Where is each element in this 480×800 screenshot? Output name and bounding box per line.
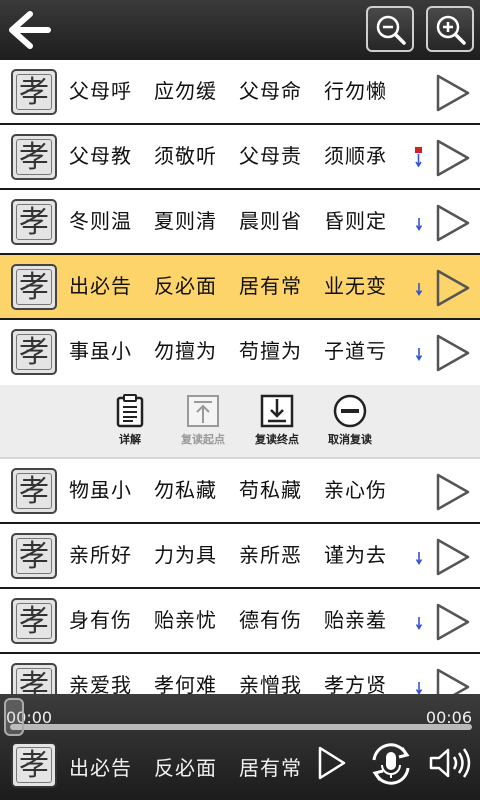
verse-phrase: 业无变 xyxy=(324,274,387,298)
verse-phrase: 亲心伤 xyxy=(324,478,387,502)
verse-row[interactable]: 孝 物虽小 勿私藏 苟私藏 亲心伤 xyxy=(0,459,480,524)
down-arrow-marker-icon xyxy=(415,283,423,297)
down-arrow-marker-icon xyxy=(415,617,423,631)
audio-player: 00:00 00:06 孝 出必告 反必面 居有常 xyxy=(0,694,480,800)
verse-phrase: 贻亲忧 xyxy=(154,608,217,632)
repeat-mic-icon[interactable] xyxy=(366,740,416,788)
verse-phrase: 德有伤 xyxy=(239,608,302,632)
verse-phrase: 亲憎我 xyxy=(239,673,302,694)
zoom-in-button[interactable] xyxy=(426,6,474,52)
minus-circle-icon xyxy=(333,394,367,428)
seal-icon: 孝 xyxy=(11,742,57,788)
verse-phrase: 亲所好 xyxy=(69,543,132,567)
verse-phrase: 谨为去 xyxy=(324,543,387,567)
verse-phrase: 苟私藏 xyxy=(239,478,302,502)
verse-phrase: 勿私藏 xyxy=(154,478,217,502)
verse-phrase: 冬则温 xyxy=(69,209,132,233)
seal-icon: 孝 xyxy=(11,468,57,514)
verse-phrase: 晨则省 xyxy=(239,209,302,233)
verse-phrase: 应勿缓 xyxy=(154,79,217,103)
verse-phrase: 苟擅为 xyxy=(239,339,302,363)
verse-phrase: 父母责 xyxy=(239,144,302,168)
seal-icon: 孝 xyxy=(11,199,57,245)
verse-phrase: 亲爱我 xyxy=(69,673,132,694)
clipboard-icon xyxy=(116,394,144,428)
verse-row[interactable]: 孝 冬则温 夏则清 晨则省 昏则定 xyxy=(0,190,480,255)
play-icon[interactable] xyxy=(434,267,472,309)
verse-phrase: 父母教 xyxy=(69,144,132,168)
verse-phrase: 勿擅为 xyxy=(154,339,217,363)
verse-phrase: 昏则定 xyxy=(324,209,387,233)
down-arrow-marker-icon xyxy=(415,552,423,566)
current-phrase: 居有常 xyxy=(239,756,302,780)
verse-phrase: 夏则清 xyxy=(154,209,217,233)
down-arrow-marker-icon xyxy=(415,682,423,694)
repeat-end-button[interactable]: 复读终点 xyxy=(237,393,317,453)
cancel-repeat-button[interactable]: 取消复读 xyxy=(310,393,390,453)
play-icon[interactable] xyxy=(316,744,348,782)
seal-icon: 孝 xyxy=(11,598,57,644)
verse-row[interactable]: 孝 亲所好 力为具 亲所恶 谨为去 xyxy=(0,524,480,589)
play-icon[interactable] xyxy=(434,202,472,244)
verse-row[interactable]: 孝 身有伤 贻亲忧 德有伤 贻亲羞 xyxy=(0,589,480,654)
verse-phrase: 事虽小 xyxy=(69,339,132,363)
current-phrase: 反必面 xyxy=(154,756,217,780)
back-button[interactable] xyxy=(8,8,54,52)
seal-icon: 孝 xyxy=(11,134,57,180)
seal-icon: 孝 xyxy=(11,663,57,694)
top-bar xyxy=(0,0,480,60)
verse-phrase: 物虽小 xyxy=(69,478,132,502)
play-icon[interactable] xyxy=(434,332,472,374)
verse-row[interactable]: 孝 父母呼 应勿缓 父母命 行勿懒 xyxy=(0,60,480,125)
zoom-in-icon xyxy=(436,15,466,45)
verse-phrase: 力为具 xyxy=(154,543,217,567)
seal-icon: 孝 xyxy=(11,533,57,579)
repeat-action-bar: 详解 复读起点 复读终点 取消复读 xyxy=(0,385,480,459)
verse-phrase: 反必面 xyxy=(154,274,217,298)
seal-icon: 孝 xyxy=(11,69,57,115)
repeat-start-marker-icon xyxy=(415,147,422,168)
speaker-icon[interactable] xyxy=(428,746,472,780)
progress-thumb[interactable] xyxy=(4,698,24,736)
verse-phrase: 亲所恶 xyxy=(239,543,302,567)
play-icon[interactable] xyxy=(434,471,472,513)
repeat-start-button[interactable]: 复读起点 xyxy=(163,393,243,453)
verse-phrase: 须顺承 xyxy=(324,144,387,168)
verse-phrase: 父母命 xyxy=(239,79,302,103)
seal-icon: 孝 xyxy=(11,329,57,375)
play-icon[interactable] xyxy=(434,666,472,694)
current-phrase: 出必告 xyxy=(69,756,132,780)
verse-phrase: 行勿懒 xyxy=(324,79,387,103)
verse-row[interactable]: 孝 亲爱我 孝何难 亲憎我 孝方贤 xyxy=(0,654,480,694)
seal-icon: 孝 xyxy=(11,264,57,310)
verse-phrase: 居有常 xyxy=(239,274,302,298)
verse-list[interactable]: 孝 父母呼 应勿缓 父母命 行勿懒 孝 父母教 须敬听 父母责 须顺承 孝 冬则… xyxy=(0,60,480,694)
zoom-out-button[interactable] xyxy=(366,6,414,52)
down-arrow-marker-icon xyxy=(415,218,423,232)
verse-phrase: 孝何难 xyxy=(154,673,217,694)
download-arrow-icon xyxy=(260,394,294,428)
play-icon[interactable] xyxy=(434,536,472,578)
play-icon[interactable] xyxy=(434,137,472,179)
zoom-out-icon xyxy=(376,15,406,45)
upload-arrow-icon xyxy=(187,395,219,427)
verse-row[interactable]: 孝 事虽小 勿擅为 苟擅为 子道亏 xyxy=(0,320,480,385)
down-arrow-marker-icon xyxy=(415,348,423,362)
verse-phrase: 孝方贤 xyxy=(324,673,387,694)
arrow-left-icon xyxy=(9,11,51,49)
verse-row[interactable]: 孝 父母教 须敬听 父母责 须顺承 xyxy=(0,125,480,190)
detail-button[interactable]: 详解 xyxy=(90,393,170,453)
progress-track[interactable] xyxy=(10,724,472,730)
verse-phrase: 身有伤 xyxy=(69,608,132,632)
play-icon[interactable] xyxy=(434,72,472,114)
verse-phrase: 子道亏 xyxy=(324,339,387,363)
verse-phrase: 出必告 xyxy=(69,274,132,298)
play-icon[interactable] xyxy=(434,601,472,643)
verse-phrase: 贻亲羞 xyxy=(324,608,387,632)
verse-row-active[interactable]: 孝 出必告 反必面 居有常 业无变 xyxy=(0,255,480,320)
verse-phrase: 须敬听 xyxy=(154,144,217,168)
verse-phrase: 父母呼 xyxy=(69,79,132,103)
